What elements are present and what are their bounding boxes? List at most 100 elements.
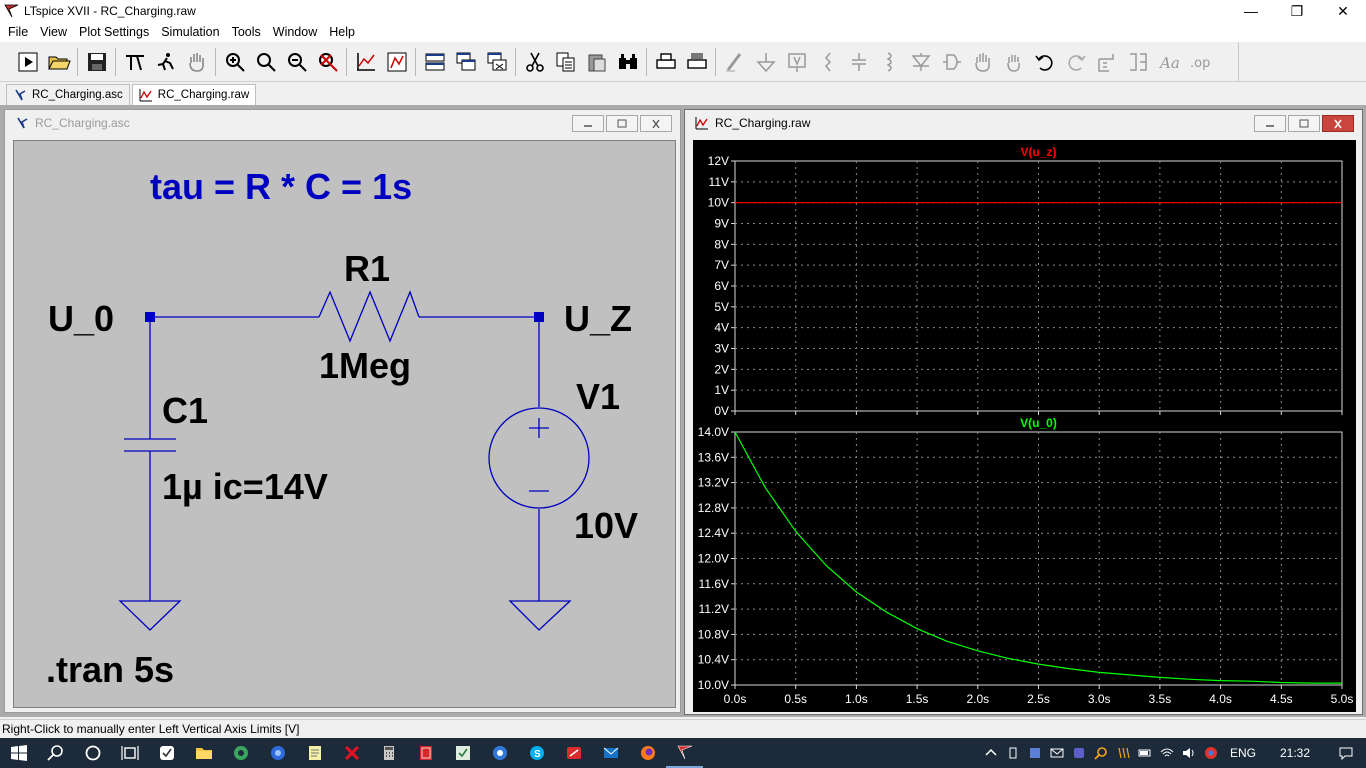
schematic-canvas[interactable]: tau = R * C = 1s R1 1Meg U_0 U_Z C1 1µ i…	[13, 140, 676, 708]
minimize-button[interactable]: —	[1228, 0, 1274, 22]
zoom-in-icon[interactable]	[219, 47, 250, 77]
menu-plot-settings[interactable]: Plot Settings	[73, 25, 155, 39]
paste-icon[interactable]	[581, 47, 612, 77]
battery-icon[interactable]	[1134, 738, 1156, 768]
app-icon-6[interactable]	[444, 738, 481, 768]
app-icon-2[interactable]	[222, 738, 259, 768]
mirror-icon[interactable]	[1122, 47, 1153, 77]
clock[interactable]: 21:32	[1264, 746, 1326, 760]
search-icon[interactable]	[37, 738, 74, 768]
pan-icon[interactable]	[181, 47, 212, 77]
redo-icon[interactable]	[1060, 47, 1091, 77]
notepad-icon[interactable]	[296, 738, 333, 768]
move-icon[interactable]	[967, 47, 998, 77]
open-icon[interactable]	[43, 47, 74, 77]
control-panel-icon[interactable]	[119, 47, 150, 77]
skype-icon[interactable]: S	[518, 738, 555, 768]
teams-icon[interactable]	[1068, 738, 1090, 768]
find-icon[interactable]	[612, 47, 643, 77]
close-all-icon[interactable]	[481, 47, 512, 77]
wifi-icon[interactable]	[1156, 738, 1178, 768]
app-icon-8[interactable]	[555, 738, 592, 768]
menu-view[interactable]: View	[34, 25, 73, 39]
mail-icon[interactable]	[1046, 738, 1068, 768]
halt-icon[interactable]	[150, 47, 181, 77]
menu-tools[interactable]: Tools	[226, 25, 267, 39]
tray-tool-icon[interactable]	[1112, 738, 1134, 768]
menu-help[interactable]: Help	[323, 25, 361, 39]
copy-icon[interactable]	[550, 47, 581, 77]
ltspice-icon[interactable]	[666, 738, 703, 768]
run-icon[interactable]	[12, 47, 43, 77]
ground-icon[interactable]	[750, 47, 781, 77]
app-icon-4[interactable]	[333, 738, 370, 768]
menu-simulation[interactable]: Simulation	[155, 25, 225, 39]
menu-window[interactable]: Window	[267, 25, 323, 39]
menu-file[interactable]: File	[2, 25, 34, 39]
cortana-icon[interactable]	[74, 738, 111, 768]
search-tray-icon[interactable]	[1090, 738, 1112, 768]
waveform-plot-area[interactable]: 12V 11V 10V 9V 8V 7V 6V 5V 4V 3V 2V 1V 0V V(u_z) 14.0V…	[693, 140, 1356, 712]
tran-directive[interactable]: .tran 5s	[46, 649, 174, 690]
drag-icon[interactable]	[998, 47, 1029, 77]
resistor-value-label[interactable]: 1Meg	[319, 345, 411, 386]
waveform-maximize-button[interactable]	[1288, 115, 1320, 132]
resistor-icon[interactable]	[812, 47, 843, 77]
capacitor-icon[interactable]	[843, 47, 874, 77]
usb-icon[interactable]	[1002, 738, 1024, 768]
app-icon-7[interactable]	[481, 738, 518, 768]
waveform-plot[interactable]: 12V 11V 10V 9V 8V 7V 6V 5V 4V 3V 2V 1V 0V V(u_z) 14.0V…	[693, 140, 1356, 712]
show-hidden-icons-icon[interactable]	[980, 738, 1002, 768]
cascade-icon[interactable]	[450, 47, 481, 77]
text-icon[interactable]: Aa	[1153, 47, 1184, 77]
wire-icon[interactable]	[719, 47, 750, 77]
capacitor-name-label[interactable]: C1	[162, 390, 208, 431]
schematic-maximize-button[interactable]	[606, 115, 638, 132]
calculator-icon[interactable]	[370, 738, 407, 768]
resistor-name-label[interactable]: R1	[344, 248, 390, 289]
zoom-out-icon[interactable]	[281, 47, 312, 77]
tab-rc-charging-raw[interactable]: RC_Charging.raw	[131, 84, 257, 105]
tray-app-icon[interactable]	[1024, 738, 1046, 768]
close-button[interactable]: ✕	[1320, 0, 1366, 22]
app-icon-1[interactable]	[148, 738, 185, 768]
outlook-icon[interactable]	[592, 738, 629, 768]
diode-icon[interactable]	[905, 47, 936, 77]
tab-rc-charging-asc[interactable]: RC_Charging.asc	[6, 84, 130, 105]
firefox-icon[interactable]	[629, 738, 666, 768]
node-junction-uz[interactable]	[534, 312, 544, 322]
autorange-icon[interactable]	[350, 47, 381, 77]
source-name-label[interactable]: V1	[576, 376, 620, 417]
node-label-u0[interactable]: U_0	[48, 298, 114, 339]
restore-button[interactable]: ❐	[1274, 0, 1320, 22]
zoom-area-icon[interactable]	[250, 47, 281, 77]
volume-icon[interactable]	[1178, 738, 1200, 768]
source-value-label[interactable]: 10V	[574, 505, 638, 546]
component-icon[interactable]	[936, 47, 967, 77]
schematic-minimize-button[interactable]	[572, 115, 604, 132]
cut-icon[interactable]	[519, 47, 550, 77]
app-icon-3[interactable]	[259, 738, 296, 768]
tile-horizontal-icon[interactable]	[419, 47, 450, 77]
spice-directive-icon[interactable]: .op	[1184, 47, 1215, 77]
save-icon[interactable]	[81, 47, 112, 77]
node-junction-u0[interactable]	[145, 312, 155, 322]
print-setup-icon[interactable]	[681, 47, 712, 77]
file-explorer-icon[interactable]	[185, 738, 222, 768]
inductor-icon[interactable]	[874, 47, 905, 77]
rotate-icon[interactable]	[1091, 47, 1122, 77]
print-icon[interactable]	[650, 47, 681, 77]
waveform-minimize-button[interactable]	[1254, 115, 1286, 132]
input-language[interactable]: ENG	[1222, 746, 1264, 760]
node-label-uz[interactable]: U_Z	[564, 298, 632, 339]
undo-icon[interactable]	[1029, 47, 1060, 77]
label-net-icon[interactable]	[781, 47, 812, 77]
app-icon-5[interactable]	[407, 738, 444, 768]
chrome-icon[interactable]	[1200, 738, 1222, 768]
task-view-icon[interactable]	[111, 738, 148, 768]
start-icon[interactable]	[0, 738, 37, 768]
tile-icon[interactable]	[381, 47, 412, 77]
capacitor-value-label[interactable]: 1µ ic=14V	[162, 466, 328, 507]
tau-comment[interactable]: tau = R * C = 1s	[150, 166, 412, 207]
notifications-icon[interactable]	[1326, 738, 1366, 768]
